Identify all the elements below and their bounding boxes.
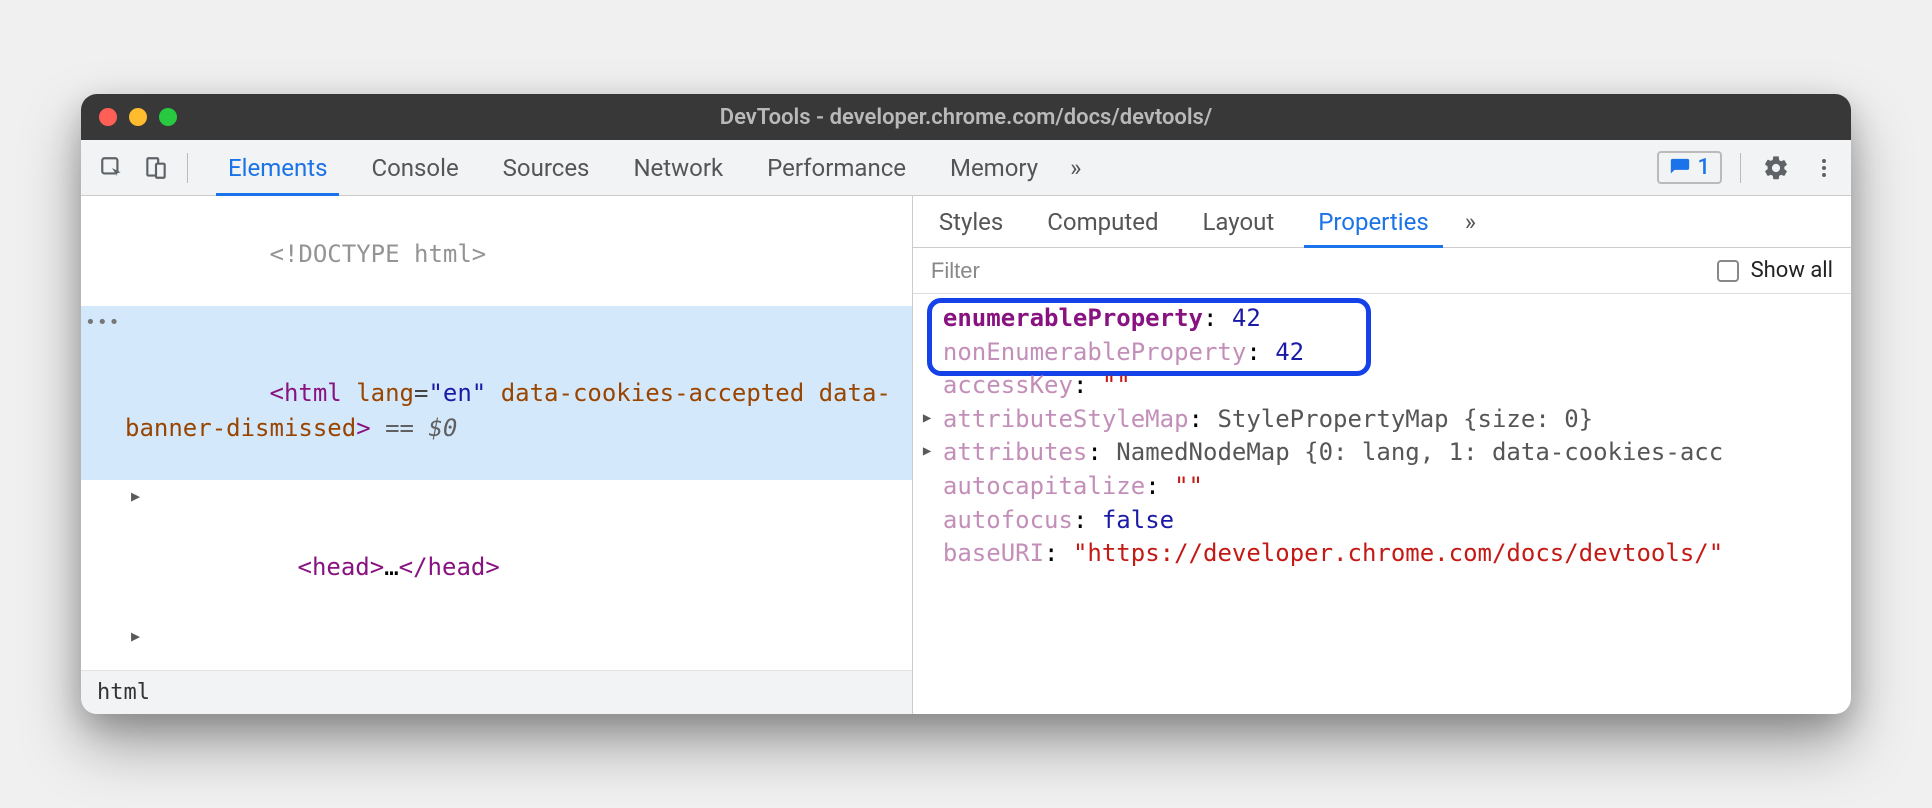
property-value: false — [1102, 506, 1174, 534]
property-name: autocapitalize — [943, 472, 1145, 500]
tab-console[interactable]: Console — [349, 140, 480, 195]
device-toolbar-icon[interactable] — [139, 151, 173, 185]
property-value: NamedNodeMap {0: lang, 1: data-cookies-a… — [1116, 438, 1723, 466]
property-value: StylePropertyMap {size: 0} — [1217, 405, 1593, 433]
issues-count: 1 — [1697, 155, 1710, 180]
main-tabs: ElementsConsoleSourcesNetworkPerformance… — [206, 140, 1060, 195]
expand-caret-icon[interactable]: ▶ — [923, 442, 931, 462]
expand-caret-icon[interactable]: ▶ — [131, 626, 140, 648]
minimize-window-button[interactable] — [129, 108, 147, 126]
issues-badge[interactable]: 1 — [1657, 151, 1722, 184]
property-name: accessKey — [943, 371, 1073, 399]
filter-input[interactable] — [931, 258, 1705, 284]
expand-caret-icon[interactable]: ▶ — [923, 409, 931, 429]
property-name: nonEnumerableProperty — [943, 338, 1246, 366]
property-row[interactable]: autofocus: false — [923, 504, 1841, 538]
sidebar-panel: StylesComputedLayoutProperties» Show all… — [913, 196, 1851, 714]
zoom-window-button[interactable] — [159, 108, 177, 126]
separator — [1740, 153, 1741, 183]
tab-performance[interactable]: Performance — [745, 140, 928, 195]
property-name: attributes — [943, 438, 1088, 466]
property-name: autofocus — [943, 506, 1073, 534]
property-value: 42 — [1232, 304, 1261, 332]
dom-node-html[interactable]: ••• <html lang="en" data-cookies-accepte… — [81, 306, 912, 480]
dom-node-head[interactable]: ▶ <head>…</head> — [81, 480, 912, 619]
property-name: enumerableProperty — [943, 304, 1203, 332]
titlebar: DevTools - developer.chrome.com/docs/dev… — [81, 94, 1851, 140]
sidebar-tab-properties[interactable]: Properties — [1300, 196, 1446, 247]
window-controls — [99, 108, 177, 126]
settings-icon[interactable] — [1759, 151, 1793, 185]
expand-caret-icon[interactable]: ▶ — [131, 486, 140, 508]
sidebar-tabs-overflow-icon[interactable]: » — [1455, 196, 1486, 247]
tab-sources[interactable]: Sources — [481, 140, 612, 195]
properties-list[interactable]: enumerableProperty: 42nonEnumerablePrope… — [913, 294, 1851, 714]
property-value: 42 — [1275, 338, 1304, 366]
dom-node-body[interactable]: ▶ <body>…</body> — [81, 620, 912, 670]
property-name: baseURI — [943, 539, 1044, 567]
feedback-icon — [1669, 157, 1691, 179]
inspect-element-icon[interactable] — [95, 151, 129, 185]
show-all-checkbox[interactable] — [1717, 260, 1739, 282]
main-toolbar: ElementsConsoleSourcesNetworkPerformance… — [81, 140, 1851, 196]
tab-network[interactable]: Network — [611, 140, 745, 195]
content-area: <!DOCTYPE html> ••• <html lang="en" data… — [81, 196, 1851, 714]
filter-row: Show all — [913, 248, 1851, 294]
elements-panel: <!DOCTYPE html> ••• <html lang="en" data… — [81, 196, 913, 714]
breadcrumbs[interactable]: html — [81, 670, 912, 714]
more-icon[interactable] — [1807, 151, 1841, 185]
tab-memory[interactable]: Memory — [928, 140, 1060, 195]
chevron-double-right-icon: » — [1070, 154, 1081, 182]
property-row[interactable]: nonEnumerableProperty: 42 — [923, 336, 1841, 370]
property-value: "" — [1174, 472, 1203, 500]
sidebar-tab-layout[interactable]: Layout — [1184, 196, 1292, 247]
sidebar-tab-styles[interactable]: Styles — [921, 196, 1021, 247]
show-all-label: Show all — [1751, 258, 1833, 283]
property-row[interactable]: autocapitalize: "" — [923, 470, 1841, 504]
tab-elements[interactable]: Elements — [206, 140, 349, 195]
window-title: DevTools - developer.chrome.com/docs/dev… — [81, 105, 1851, 130]
property-row[interactable]: ▶attributeStyleMap: StylePropertyMap {si… — [923, 403, 1841, 437]
separator — [187, 153, 188, 183]
property-value: "https://developer.chrome.com/docs/devto… — [1073, 539, 1723, 567]
property-name: attributeStyleMap — [943, 405, 1189, 433]
sidebar-tabs: StylesComputedLayoutProperties» — [913, 196, 1851, 248]
property-row[interactable]: ▶attributes: NamedNodeMap {0: lang, 1: d… — [923, 436, 1841, 470]
property-value: "" — [1102, 371, 1131, 399]
dom-node-doctype[interactable]: <!DOCTYPE html> — [81, 202, 912, 306]
devtools-window: DevTools - developer.chrome.com/docs/dev… — [81, 94, 1851, 714]
dom-tree[interactable]: <!DOCTYPE html> ••• <html lang="en" data… — [81, 196, 912, 670]
close-window-button[interactable] — [99, 108, 117, 126]
property-row[interactable]: accessKey: "" — [923, 369, 1841, 403]
breadcrumb-item[interactable]: html — [97, 680, 150, 705]
gutter-dots-icon: ••• — [85, 310, 121, 336]
property-row[interactable]: baseURI: "https://developer.chrome.com/d… — [923, 537, 1841, 571]
sidebar-tab-computed[interactable]: Computed — [1029, 196, 1176, 247]
property-row[interactable]: enumerableProperty: 42 — [923, 302, 1841, 336]
tabs-overflow-icon[interactable]: » — [1060, 140, 1091, 195]
